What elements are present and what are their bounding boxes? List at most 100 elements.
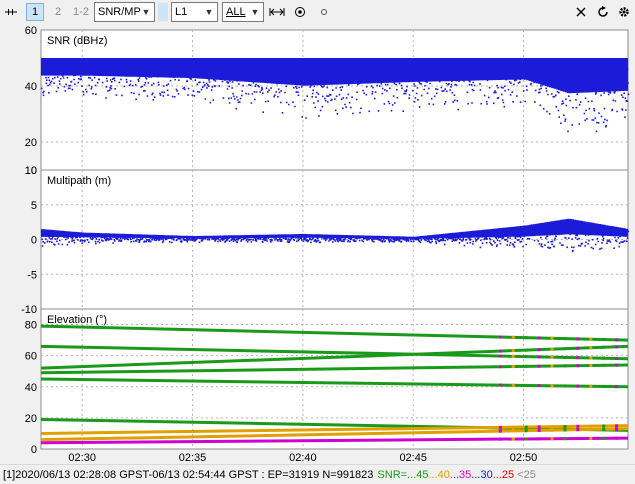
series-3-marker [511,365,515,369]
x-tick-label: 02:40 [289,452,317,462]
series-3-marker [498,365,502,369]
series-7-marker [563,428,567,432]
series-4-marker [524,383,528,387]
series-1-marker [511,354,515,358]
series-7-marker [524,429,528,433]
panel-title: SNR (dBHz) [47,35,108,47]
series-6-marker [524,425,528,429]
small-dot-icon[interactable] [315,3,333,21]
series-8-marker [511,437,515,441]
series-1-marker [537,355,541,359]
series-2-marker [524,348,528,352]
y-tick-label: 0 [31,444,37,456]
series-6-marker [615,424,619,428]
series-1-marker [602,356,606,360]
series-7-marker [615,427,619,431]
fit-horizontal-icon[interactable] [268,3,286,21]
y-tick-label: 0 [31,235,37,247]
snr-level-2: ...35 [449,468,472,481]
series-0-marker [576,337,580,341]
series-7-marker [602,427,606,431]
series-2-marker [537,348,541,352]
series-2-marker [511,349,515,353]
series-8-marker [550,437,554,441]
y-tick-label: -5 [27,269,37,281]
series-4-marker [589,384,593,388]
series-0-marker [511,335,515,339]
snr-level-0: ...45 [407,468,429,481]
y-tick-label: 5 [31,200,37,212]
series-2-marker [615,345,619,349]
series-0-marker [498,335,502,339]
x-tick-label: 02:35 [179,452,207,462]
series-6-marker [589,424,593,428]
panel-background [40,29,629,171]
series-0-marker [602,337,606,341]
series-1-marker [615,357,619,361]
y-tick-label: 60 [25,351,37,363]
separator-button[interactable] [158,3,168,21]
y-tick-label: 10 [25,165,37,177]
series-0-marker [563,337,567,341]
panel-1: 10 5 0 -5 -10 Multipath (m) [21,165,630,316]
snr-level-4: ...25 [492,468,515,481]
close-icon[interactable] [572,3,590,21]
series-2-marker [576,346,580,350]
series-6-marker [498,425,502,429]
series-8-marker [589,436,593,440]
series-1-marker [524,355,528,359]
series-7-marker [537,428,541,432]
series-2-marker [563,347,567,351]
series-6-marker [537,425,541,429]
status-bar: [1]2020/06/13 02:28:08 GPST-06/13 02:54:… [0,464,635,484]
drag-handle-icon[interactable] [2,3,20,21]
plot-type-value: SNR/MP [98,6,141,18]
satellite-select[interactable]: ALL ▼ [222,2,264,22]
series-3-marker [524,364,528,368]
series-7-marker [589,427,593,431]
series-1-marker [589,356,593,360]
series-6-marker [550,425,554,429]
series-0-marker [589,337,593,341]
y-tick-label: 40 [25,81,37,93]
plot-1-button[interactable]: 1 [26,3,44,21]
frequency-select[interactable]: L1 ▼ [171,2,218,22]
plot-1-2-button[interactable]: 1-2 [70,3,92,21]
series-0-marker [537,336,541,340]
series-3-marker [537,364,541,368]
series-8-marker [524,437,528,441]
series-2-marker [602,345,606,349]
series-0-marker [524,336,528,340]
series-4-marker [602,384,606,388]
series-4-marker [511,383,515,387]
panel-title: Elevation (°) [47,314,107,326]
plot-2-button[interactable]: 2 [49,3,67,21]
reload-icon[interactable] [594,3,612,21]
y-tick-label: 20 [25,137,37,149]
snr-level-5: <25 [514,468,536,481]
series-4-marker [576,384,580,388]
chevron-down-icon: ▼ [204,7,214,17]
series-8-marker [563,437,567,441]
panel-2: 80 60 40 20 0 Elevation (°) [25,308,629,456]
plot-area[interactable]: 60402010SNR (dBHz)1050-5-10Multipath (m)… [0,24,635,462]
series-6-marker [576,424,580,428]
center-target-icon[interactable] [291,3,309,21]
series-8-marker [602,436,606,440]
chevron-down-icon: ▼ [250,7,260,17]
gear-icon[interactable] [615,3,633,21]
series-8-marker [537,437,541,441]
series-4-marker [550,384,554,388]
y-tick-label: 20 [25,413,37,425]
plot-type-select[interactable]: SNR/MP ▼ [94,2,155,22]
panel-title: Multipath (m) [47,175,111,187]
panel-0: 60 40 20 10 SNR (dBHz) [25,25,630,177]
series-1-marker [563,355,567,359]
series-2-marker [589,346,593,350]
series-7-marker [511,429,515,433]
series-2-marker [550,347,554,351]
series-3-marker [576,364,580,368]
x-tick-label: 02:45 [399,452,427,462]
series-7-marker [550,428,554,432]
satellite-value: ALL [226,6,246,18]
